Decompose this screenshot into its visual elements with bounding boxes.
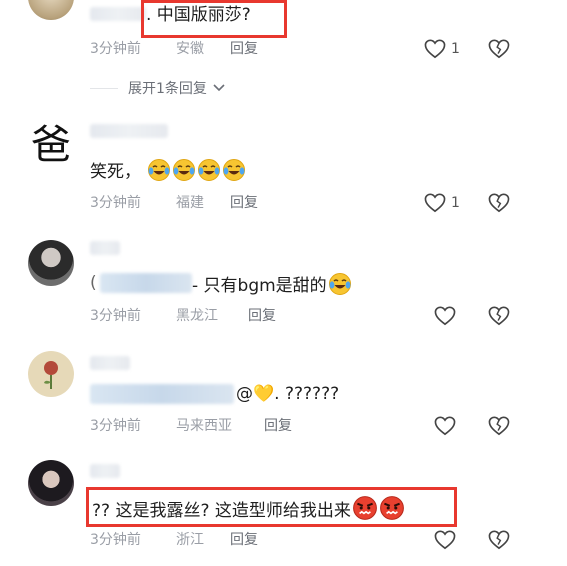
comment-prefix: ( (90, 273, 97, 293)
like-count: 1 (451, 195, 460, 211)
comment-time: 3分钟前 (90, 41, 141, 57)
reply-button[interactable]: 回复 (230, 531, 258, 549)
heart-outline-icon[interactable] (434, 530, 456, 550)
mention-blurred[interactable] (100, 273, 192, 293)
broken-heart-icon[interactable] (488, 193, 510, 213)
laughing-tears-emoji (173, 159, 196, 181)
comment-text: 笑死， (90, 158, 246, 183)
avatar[interactable] (28, 240, 74, 286)
comment-text-label: 笑死， (90, 162, 141, 182)
broken-heart-icon[interactable] (488, 306, 510, 326)
broken-heart-icon[interactable] (488, 416, 510, 436)
username-blurred[interactable] (90, 124, 168, 138)
reply-button[interactable]: 回复 (230, 194, 258, 212)
username-blurred[interactable] (90, 464, 120, 478)
mention-blurred[interactable] (90, 384, 234, 404)
comment-location: 马来西亚 (176, 418, 232, 434)
expand-replies-button[interactable]: 展开1条回复 (128, 80, 225, 98)
comment-location: 黑龙江 (176, 308, 218, 324)
laughing-tears-emoji (223, 159, 246, 181)
heart-outline-icon[interactable] (434, 416, 456, 436)
divider (90, 88, 118, 89)
chevron-down-icon (213, 84, 225, 92)
comment-text: @💛. ?????? (236, 384, 340, 404)
broken-heart-icon[interactable] (488, 530, 510, 550)
heart-outline-icon[interactable] (424, 193, 446, 213)
avatar[interactable] (28, 460, 74, 506)
laughing-tears-emoji (148, 159, 171, 181)
heart-outline-icon[interactable] (424, 39, 446, 59)
comment-location: 浙江 (176, 532, 204, 548)
comment-time: 3分钟前 (90, 308, 141, 324)
rose-icon (44, 361, 58, 389)
comment-location: 福建 (176, 195, 204, 211)
username-blurred[interactable] (90, 356, 130, 370)
avatar-char: 爸 (31, 122, 71, 168)
laughing-tears-emoji (328, 273, 351, 295)
comment-location: 安徽 (176, 41, 204, 57)
username-blurred[interactable] (90, 7, 146, 21)
comment-text-label: - 只有bgm是甜的 (192, 276, 327, 296)
comment-time: 3分钟前 (90, 418, 141, 434)
comment-text: - 只有bgm是甜的 (192, 272, 352, 297)
reply-button[interactable]: 回复 (248, 307, 276, 325)
avatar[interactable]: 爸 (28, 122, 74, 168)
like-count: 1 (451, 41, 460, 57)
comment-time: 3分钟前 (90, 195, 141, 211)
laughing-tears-emoji (198, 159, 221, 181)
avatar[interactable] (28, 0, 74, 20)
heart-outline-icon[interactable] (434, 306, 456, 326)
highlight-box (141, 0, 287, 38)
comment-time: 3分钟前 (90, 532, 141, 548)
avatar[interactable] (28, 351, 74, 397)
expand-replies-label: 展开1条回复 (128, 81, 207, 97)
highlight-box (86, 487, 457, 527)
reply-button[interactable]: 回复 (264, 417, 292, 435)
username-blurred[interactable] (90, 241, 120, 255)
reply-button[interactable]: 回复 (230, 40, 258, 58)
broken-heart-icon[interactable] (488, 39, 510, 59)
